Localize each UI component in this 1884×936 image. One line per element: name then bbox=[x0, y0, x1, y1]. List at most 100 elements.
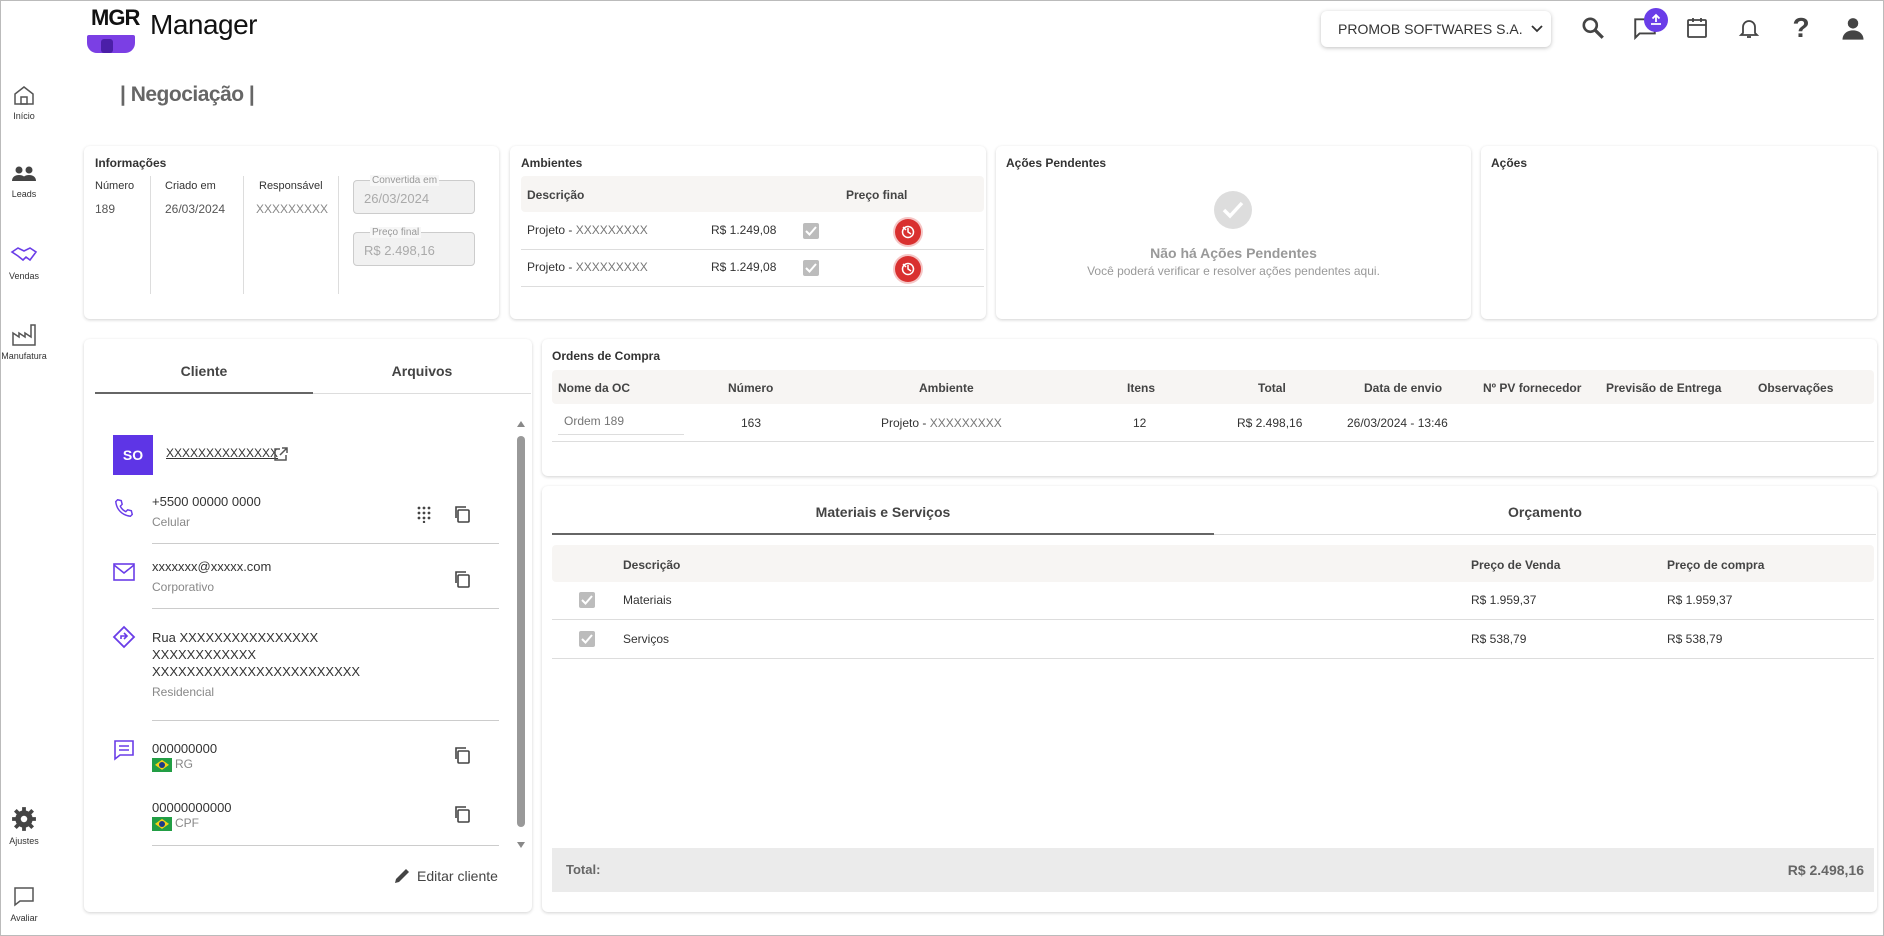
user-icon[interactable] bbox=[1838, 13, 1868, 43]
materiais-header: Descrição Preço de Venda Preço de compra bbox=[552, 545, 1874, 582]
rg-label-text: RG bbox=[175, 757, 193, 771]
ambiente-label: XXXXXXXXX bbox=[575, 223, 648, 237]
col-total: Total bbox=[1258, 381, 1286, 395]
col-descricao: Descrição bbox=[527, 188, 585, 202]
ambiente-price: R$ 1.249,08 bbox=[711, 260, 777, 274]
ambientes-title: Ambientes bbox=[521, 156, 583, 170]
delete-icon[interactable] bbox=[895, 256, 921, 282]
delete-icon[interactable] bbox=[895, 219, 921, 245]
materiais-card: Materiais e Serviços Orçamento Descrição… bbox=[542, 486, 1877, 912]
row-divider bbox=[552, 441, 1874, 442]
check-circle-icon bbox=[1214, 191, 1252, 229]
scrollbar-thumb[interactable] bbox=[517, 436, 525, 827]
tab-cliente[interactable]: Cliente bbox=[95, 363, 313, 379]
sidebar-label: Início bbox=[13, 111, 35, 121]
pencil-icon bbox=[395, 869, 409, 883]
acoes-pendentes-title: Ações Pendentes bbox=[1006, 156, 1107, 170]
users-icon bbox=[12, 166, 36, 181]
copy-icon[interactable] bbox=[453, 746, 471, 764]
acoes-pendentes-card: Ações Pendentes Não há Ações Pendentes V… bbox=[996, 146, 1471, 319]
company-name: PROMOB SOFTWARES S.A. bbox=[1338, 21, 1523, 37]
sidebar-label: Manufatura bbox=[1, 351, 47, 361]
col-preco-venda: Preço de Venda bbox=[1471, 558, 1561, 572]
divider bbox=[338, 176, 339, 294]
address-line-1: Rua XXXXXXXXXXXXXXXX bbox=[152, 630, 319, 645]
scroll-up-icon[interactable] bbox=[516, 420, 526, 428]
checkbox[interactable] bbox=[803, 223, 819, 239]
tab-divider bbox=[1214, 534, 1876, 535]
tab-orcamento[interactable]: Orçamento bbox=[1214, 504, 1876, 520]
checkbox[interactable] bbox=[579, 592, 595, 608]
item-descricao: Materiais bbox=[623, 593, 672, 607]
ambiente-name: Projeto - XXXXXXXXX bbox=[527, 260, 648, 274]
oc-numero: 163 bbox=[741, 416, 762, 430]
sidebar-item-ajustes[interactable]: Ajustes bbox=[1, 806, 47, 846]
document-icon bbox=[111, 737, 137, 763]
factory-icon bbox=[12, 324, 36, 346]
sidebar-item-avaliar[interactable]: Avaliar bbox=[1, 885, 47, 923]
sidebar-item-manufatura[interactable]: Manufatura bbox=[1, 323, 47, 361]
address-line-2: XXXXXXXXXXXX bbox=[152, 647, 257, 662]
logo-shape-inner bbox=[101, 39, 113, 53]
edit-client-button[interactable]: Editar cliente bbox=[392, 866, 498, 886]
oc-total: R$ 2.498,16 bbox=[1237, 416, 1303, 430]
email-type: Corporativo bbox=[152, 580, 215, 594]
client-name-link[interactable]: XXXXXXXXXXXXXX bbox=[166, 446, 278, 460]
search-icon[interactable] bbox=[1578, 13, 1608, 43]
total-bar: Total: R$ 2.498,16 bbox=[552, 848, 1874, 892]
divider bbox=[152, 543, 499, 544]
handshake-icon bbox=[10, 247, 38, 262]
preco-final-label: Preço final bbox=[370, 227, 422, 238]
bell-icon[interactable] bbox=[1734, 13, 1764, 43]
divider bbox=[150, 176, 151, 294]
active-tab-indicator bbox=[552, 533, 1214, 535]
col-pv-fornecedor: Nº PV fornecedor bbox=[1483, 381, 1582, 395]
ambiente-label: XXXXXXXXX bbox=[575, 260, 648, 274]
dialpad-icon[interactable] bbox=[416, 505, 432, 523]
avatar: SO bbox=[113, 435, 153, 475]
chevron-down-icon bbox=[1530, 25, 1543, 33]
mgr-logo[interactable]: MGR bbox=[87, 5, 140, 53]
copy-icon[interactable] bbox=[453, 805, 471, 823]
feedback-icon bbox=[14, 887, 34, 907]
col-preco-compra: Preço de compra bbox=[1667, 558, 1765, 572]
ambiente-prefix: Projeto - bbox=[527, 260, 576, 274]
tab-materiais-servicos[interactable]: Materiais e Serviços bbox=[552, 504, 1214, 520]
sidebar-item-vendas[interactable]: Vendas bbox=[1, 243, 47, 281]
home-icon bbox=[14, 86, 34, 105]
copy-icon[interactable] bbox=[453, 570, 471, 588]
address-line-3: XXXXXXXXXXXXXXXXXXXXXXXX bbox=[152, 664, 361, 679]
calendar-icon[interactable] bbox=[1682, 13, 1712, 43]
item-preco-venda: R$ 538,79 bbox=[1471, 632, 1527, 646]
tab-arquivos[interactable]: Arquivos bbox=[313, 363, 531, 379]
copy-icon[interactable] bbox=[453, 505, 471, 523]
sidebar-item-inicio[interactable]: Início bbox=[1, 83, 47, 121]
item-preco-venda: R$ 1.959,37 bbox=[1471, 593, 1537, 607]
ambientes-card: Ambientes Descrição Preço final Projeto … bbox=[510, 146, 986, 319]
email-icon bbox=[111, 559, 137, 585]
oc-itens: 12 bbox=[1133, 416, 1147, 430]
upload-badge-icon[interactable] bbox=[1644, 8, 1668, 32]
checkbox[interactable] bbox=[803, 260, 819, 276]
oc-data-envio: 26/03/2024 - 13:46 bbox=[1347, 416, 1448, 430]
sidebar-label: Avaliar bbox=[10, 913, 38, 923]
company-selector[interactable]: PROMOB SOFTWARES S.A. bbox=[1321, 11, 1551, 47]
oc-name-input[interactable] bbox=[558, 407, 684, 435]
empty-subtitle: Você poderá verificar e resolver ações p… bbox=[1087, 264, 1380, 278]
divider bbox=[243, 176, 244, 294]
ambiente-price: R$ 1.249,08 bbox=[711, 223, 777, 237]
checkbox[interactable] bbox=[579, 631, 595, 647]
page-title: | Negociação | bbox=[120, 83, 255, 106]
scroll-down-icon[interactable] bbox=[516, 841, 526, 849]
row-divider bbox=[552, 658, 1874, 659]
brazil-flag-icon bbox=[152, 757, 172, 772]
col-nome-oc: Nome da OC bbox=[558, 381, 631, 395]
external-link-icon[interactable] bbox=[273, 446, 289, 462]
convertida-value: 26/03/2024 bbox=[364, 191, 430, 206]
help-icon[interactable]: ? bbox=[1786, 12, 1816, 43]
total-value: R$ 2.498,16 bbox=[1787, 862, 1864, 878]
empty-title: Não há Ações Pendentes bbox=[1150, 245, 1317, 261]
sidebar-item-leads[interactable]: Leads bbox=[1, 163, 47, 199]
oc-ambiente: Projeto - XXXXXXXXX bbox=[881, 416, 1002, 430]
address-type: Residencial bbox=[152, 685, 215, 699]
